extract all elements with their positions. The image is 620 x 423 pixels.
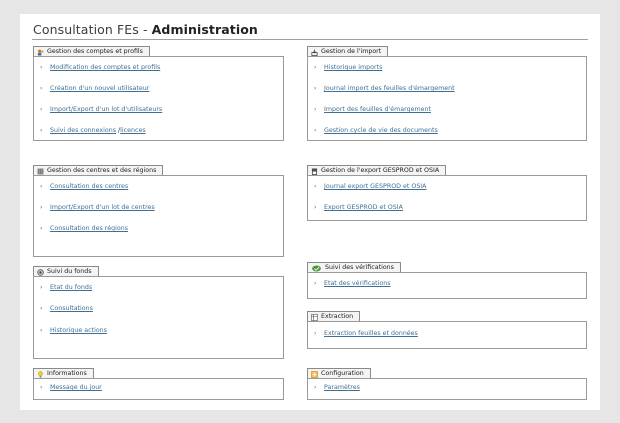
list-item: › Etat des vérifications <box>314 280 391 287</box>
page-title: Consultation FEs - Administration <box>33 22 258 37</box>
extract-icon <box>311 313 318 321</box>
link-journal-export[interactable]: Journal export GESPROD et OSIA <box>324 183 426 190</box>
list-item: › Modification des comptes et profils <box>40 64 160 71</box>
link-historique-imports[interactable]: Historique imports <box>324 64 382 71</box>
list-item: › Création d'un nouvel utilisateur <box>40 85 149 92</box>
link-extraction-feuilles[interactable]: Extraction feuilles et données <box>324 330 418 337</box>
bullet-icon: › <box>314 384 317 391</box>
lightbulb-icon <box>38 370 43 378</box>
users-icon <box>37 49 44 56</box>
link-gestion-cycle[interactable]: Gestion cycle de vie des documents <box>324 127 438 134</box>
bullet-icon: › <box>40 384 43 391</box>
config-icon <box>311 370 318 378</box>
bullet-icon: › <box>314 64 317 71</box>
bullet-icon: › <box>314 127 317 134</box>
link-export-gesprod[interactable]: Export GESPROD et OSIA <box>324 204 403 211</box>
link-consultation-centres[interactable]: Consultation des centres <box>50 183 128 190</box>
bullet-icon: › <box>40 204 43 211</box>
list-item: › Import des feuilles d'émargement <box>314 106 431 113</box>
link-import-export-utilisateurs[interactable]: Import/Export d'un lot d'utilisateurs <box>50 106 162 113</box>
link-consultation-regions[interactable]: Consultation des régions <box>50 225 128 232</box>
list-item: › Import/Export d'un lot de centres <box>40 204 155 211</box>
building-icon <box>37 167 44 175</box>
list-item: › Historique actions <box>40 327 107 334</box>
bullet-icon: › <box>40 127 43 134</box>
link-historique-actions[interactable]: Historique actions <box>50 327 107 334</box>
link-creation-utilisateur[interactable]: Création d'un nouvel utilisateur <box>50 85 149 92</box>
bullet-icon: › <box>40 305 43 312</box>
list-item: › Etat du fonds <box>40 284 92 291</box>
bullet-icon: › <box>40 85 43 92</box>
link-journal-import[interactable]: Journal import des feuilles d'émargement <box>324 85 455 92</box>
link-licences[interactable]: licences <box>120 127 145 134</box>
bullet-icon: › <box>40 327 43 334</box>
section-box-comptes: › Modification des comptes et profils › Cr… <box>33 56 284 141</box>
section-box-centres: › Consultation des centres › Import/Export… <box>33 175 284 257</box>
bullet-icon: › <box>40 225 43 232</box>
list-item: › Journal export GESPROD et OSIA <box>314 183 426 190</box>
link-import-feuilles[interactable]: Import des feuilles d'émargement <box>324 106 431 113</box>
bullet-icon: › <box>40 284 43 291</box>
bullet-icon: › <box>40 183 43 190</box>
check-icon <box>312 264 321 272</box>
list-item: › Historique imports <box>314 64 382 71</box>
link-modification-comptes[interactable]: Modification des comptes et profils <box>50 64 160 71</box>
list-item: › Paramètres <box>314 384 360 391</box>
list-item: › Suivi des connexions /licences <box>40 127 146 134</box>
link-suivi-connexions[interactable]: Suivi des connexions <box>50 127 116 134</box>
list-item: › Extraction feuilles et données <box>314 330 418 337</box>
section-box-fonds: › Etat du fonds › Consultations › Historiqu… <box>33 276 284 359</box>
bullet-icon: › <box>40 106 43 113</box>
bullet-icon: › <box>314 106 317 113</box>
list-item: › Import/Export d'un lot d'utilisateurs <box>40 106 162 113</box>
link-import-export-centres[interactable]: Import/Export d'un lot de centres <box>50 204 155 211</box>
fund-icon <box>37 268 44 276</box>
section-box-extraction: › Extraction feuilles et données <box>307 321 587 349</box>
bullet-icon: › <box>314 183 317 190</box>
link-etat-fonds[interactable]: Etat du fonds <box>50 284 92 291</box>
list-item: › Consultation des régions <box>40 225 128 232</box>
list-item: › Consultation des centres <box>40 183 128 190</box>
link-consultations[interactable]: Consultations <box>50 305 93 312</box>
link-etat-verifications[interactable]: Etat des vérifications <box>324 280 391 287</box>
section-box-import: › Historique imports › Journal import des … <box>307 56 587 141</box>
section-box-info: › Message du jour <box>33 378 284 400</box>
export-icon <box>311 167 318 175</box>
list-item: › Export GESPROD et OSIA <box>314 204 403 211</box>
title-divider <box>32 39 588 40</box>
section-box-config: › Paramètres <box>307 378 587 400</box>
list-item: › Consultations <box>40 305 93 312</box>
admin-page: Consultation FEs - Administration Gestio… <box>20 14 600 410</box>
bullet-icon: › <box>314 85 317 92</box>
list-item: › Gestion cycle de vie des documents <box>314 127 438 134</box>
bullet-icon: › <box>314 280 317 287</box>
section-box-export: › Journal export GESPROD et OSIA › Export … <box>307 175 587 221</box>
link-parametres[interactable]: Paramètres <box>324 384 360 391</box>
list-item: › Message du jour <box>40 384 102 391</box>
list-item: › Journal import des feuilles d'émargemen… <box>314 85 455 92</box>
section-box-verif: › Etat des vérifications <box>307 272 587 299</box>
bullet-icon: › <box>314 204 317 211</box>
import-icon <box>311 48 318 56</box>
bullet-icon: › <box>314 330 317 337</box>
bullet-icon: › <box>40 64 43 71</box>
link-message-du-jour[interactable]: Message du jour <box>50 384 102 391</box>
